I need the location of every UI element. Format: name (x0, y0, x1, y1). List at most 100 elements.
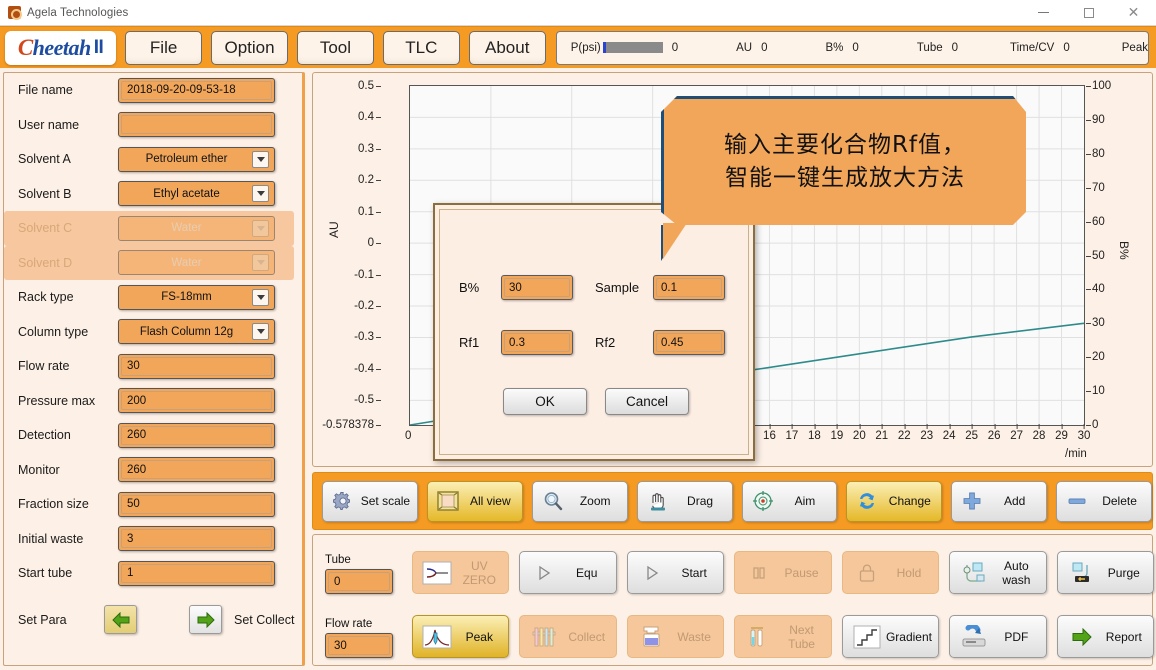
input-flow-rate[interactable]: 30 (325, 633, 393, 658)
menu-label: TLC (405, 37, 438, 57)
bpercent-input[interactable]: 30 (501, 275, 573, 300)
status-tube: Tube 0 (917, 42, 958, 54)
field-label-fraction-size: Fraction size (18, 497, 89, 512)
y2-axis-tick: 60 (1086, 215, 1105, 228)
nexttube-icon (741, 625, 777, 649)
input-user-name[interactable] (118, 112, 275, 138)
input-detection[interactable]: 260 (118, 422, 275, 448)
toolbar-button-drag[interactable]: Drag (636, 480, 733, 522)
set-collect-button[interactable] (189, 605, 222, 634)
menu-label: File (149, 37, 178, 57)
cheetah-logo: Cheetah II (5, 30, 117, 65)
control-button-purge[interactable]: Purge (1056, 551, 1155, 594)
control-button-auto-wash[interactable]: Auto wash (949, 551, 1047, 594)
y2-axis-tick: 80 (1086, 147, 1105, 160)
input-tube[interactable]: 0 (325, 569, 393, 594)
chevron-down-icon (252, 254, 269, 272)
close-button[interactable]: ✕ (1111, 0, 1156, 26)
x-axis-tick: 22 (897, 424, 911, 442)
rf1-input[interactable]: 0.3 (501, 330, 573, 355)
menu-item-tlc[interactable]: TLC (382, 30, 460, 65)
control-button-collect: Collect (519, 615, 617, 658)
y2-axis-tick: 90 (1086, 113, 1105, 126)
callout-line-1: 输入主要化合物Rf值， (723, 131, 967, 158)
input-start-tube[interactable]: 1 (118, 560, 275, 586)
chevron-down-icon[interactable] (252, 288, 269, 306)
field-row-flow-rate: Flow rate 30 (4, 349, 302, 384)
status-label: AU (736, 41, 753, 54)
toolbar-button-delete[interactable]: Delete (1056, 480, 1152, 522)
input-flow-rate[interactable]: 30 (118, 353, 275, 379)
target-icon (748, 490, 778, 512)
status-peak: Peak (1122, 42, 1148, 54)
control-button-pdf[interactable]: PDF (949, 615, 1047, 658)
frame-icon (433, 490, 463, 512)
control-button-label: Start (681, 565, 707, 580)
chevron-down-icon[interactable] (252, 185, 269, 203)
field-row-solvent-c: Solvent C Water (4, 211, 294, 246)
toolbar-button-zoom[interactable]: Zoom (531, 480, 628, 522)
control-button-uv-zero: UV ZERO (412, 551, 510, 594)
field-label-column-type: Column type (18, 324, 89, 339)
field-value-file-name: 2018-09-20-09-53-18 (127, 84, 236, 97)
menu-item-tool[interactable]: Tool (296, 30, 374, 65)
y-axis-tick: -0.1 (354, 268, 381, 281)
chevron-down-icon[interactable] (252, 323, 269, 341)
menu-item-file[interactable]: File (125, 30, 203, 65)
dialog-ok-button[interactable]: OK (503, 388, 587, 415)
toolbar-button-aim[interactable]: Aim (741, 480, 838, 522)
toolbar-button-label: Add (1004, 494, 1026, 508)
control-button-peak[interactable]: Peak (412, 615, 510, 658)
combo-column-type[interactable]: Flash Column 12g (118, 319, 275, 345)
lock-icon (849, 563, 885, 583)
input-pressure-max[interactable]: 200 (118, 388, 275, 414)
y2-axis-tick: 10 (1086, 385, 1105, 398)
toolbar-button-change[interactable]: Change (846, 480, 943, 522)
combo-rack-type[interactable]: FS-18mm (118, 284, 275, 310)
input-initial-waste[interactable]: 3 (118, 526, 275, 552)
field-value-solvent-a: Petroleum ether (145, 153, 228, 166)
minimize-button[interactable] (1021, 0, 1066, 26)
field-row-solvent-a: Solvent A Petroleum ether (4, 142, 302, 177)
field-row-file-name: File name 2018-09-20-09-53-18 (4, 73, 302, 108)
x-axis-tick: 21 (875, 424, 889, 442)
toolbar-button-all-view[interactable]: All view (426, 480, 523, 522)
combo-solvent-a[interactable]: Petroleum ether (118, 146, 275, 172)
set-para-button[interactable] (104, 605, 137, 634)
control-row-2: Flow rate 30 Peak Collect Waste Next Tube Grad… (313, 601, 1155, 663)
dialog-cancel-button[interactable]: Cancel (605, 388, 689, 415)
control-button-equ[interactable]: Equ (519, 551, 617, 594)
menu-item-option[interactable]: Option (211, 30, 288, 65)
status-label: Peak (1121, 41, 1148, 54)
control-button-report[interactable]: Report (1056, 615, 1155, 658)
y-axis-tick: 0.4 (358, 111, 381, 124)
x-axis-tick: 28 (1032, 424, 1046, 442)
status-bar: P(psi) 0 AU 0 B% 0 Tube 0 Time/CV 0 Peak (555, 30, 1149, 65)
input-file-name[interactable]: 2018-09-20-09-53-18 (118, 77, 275, 103)
chevron-down-icon[interactable] (252, 150, 269, 168)
combo-solvent-b[interactable]: Ethyl acetate (118, 181, 275, 207)
maximize-icon (1083, 7, 1094, 18)
control-button-gradient[interactable]: Gradient (841, 615, 940, 658)
refresh-icon (852, 490, 882, 512)
input-fraction-size[interactable]: 50 (118, 491, 275, 517)
field-row-column-type: Column type Flash Column 12g (4, 315, 302, 350)
maximize-button[interactable] (1066, 0, 1111, 26)
toolbar-button-add[interactable]: Add (951, 480, 1048, 522)
y2-axis-tick: 100 (1085, 80, 1112, 92)
rf2-input[interactable]: 0.45 (653, 330, 725, 355)
status-label: Time/CV (1010, 41, 1055, 54)
menu-item-about[interactable]: About (468, 30, 546, 65)
application-window: Agela Technologies ✕ Cheetah II File Opti… (0, 0, 1156, 670)
pressure-bar (602, 42, 663, 53)
cancel-label: Cancel (625, 394, 669, 409)
input-monitor[interactable]: 260 (118, 457, 275, 483)
toolbar-button-set-scale[interactable]: Set scale (322, 480, 418, 522)
play-icon (634, 565, 670, 581)
control-button-start[interactable]: Start (626, 551, 725, 594)
sample-input[interactable]: 0.1 (653, 275, 725, 300)
rf1-label: Rf1 (459, 335, 480, 350)
status-timecv: Time/CV 0 (1010, 42, 1070, 54)
window-title: Agela Technologies (27, 6, 129, 19)
right-region: AU B% 0.5 0.4 0.3 0.2 0.1 0 -0.1 -0.2 -0.3 -0.4 -0… (312, 72, 1155, 666)
